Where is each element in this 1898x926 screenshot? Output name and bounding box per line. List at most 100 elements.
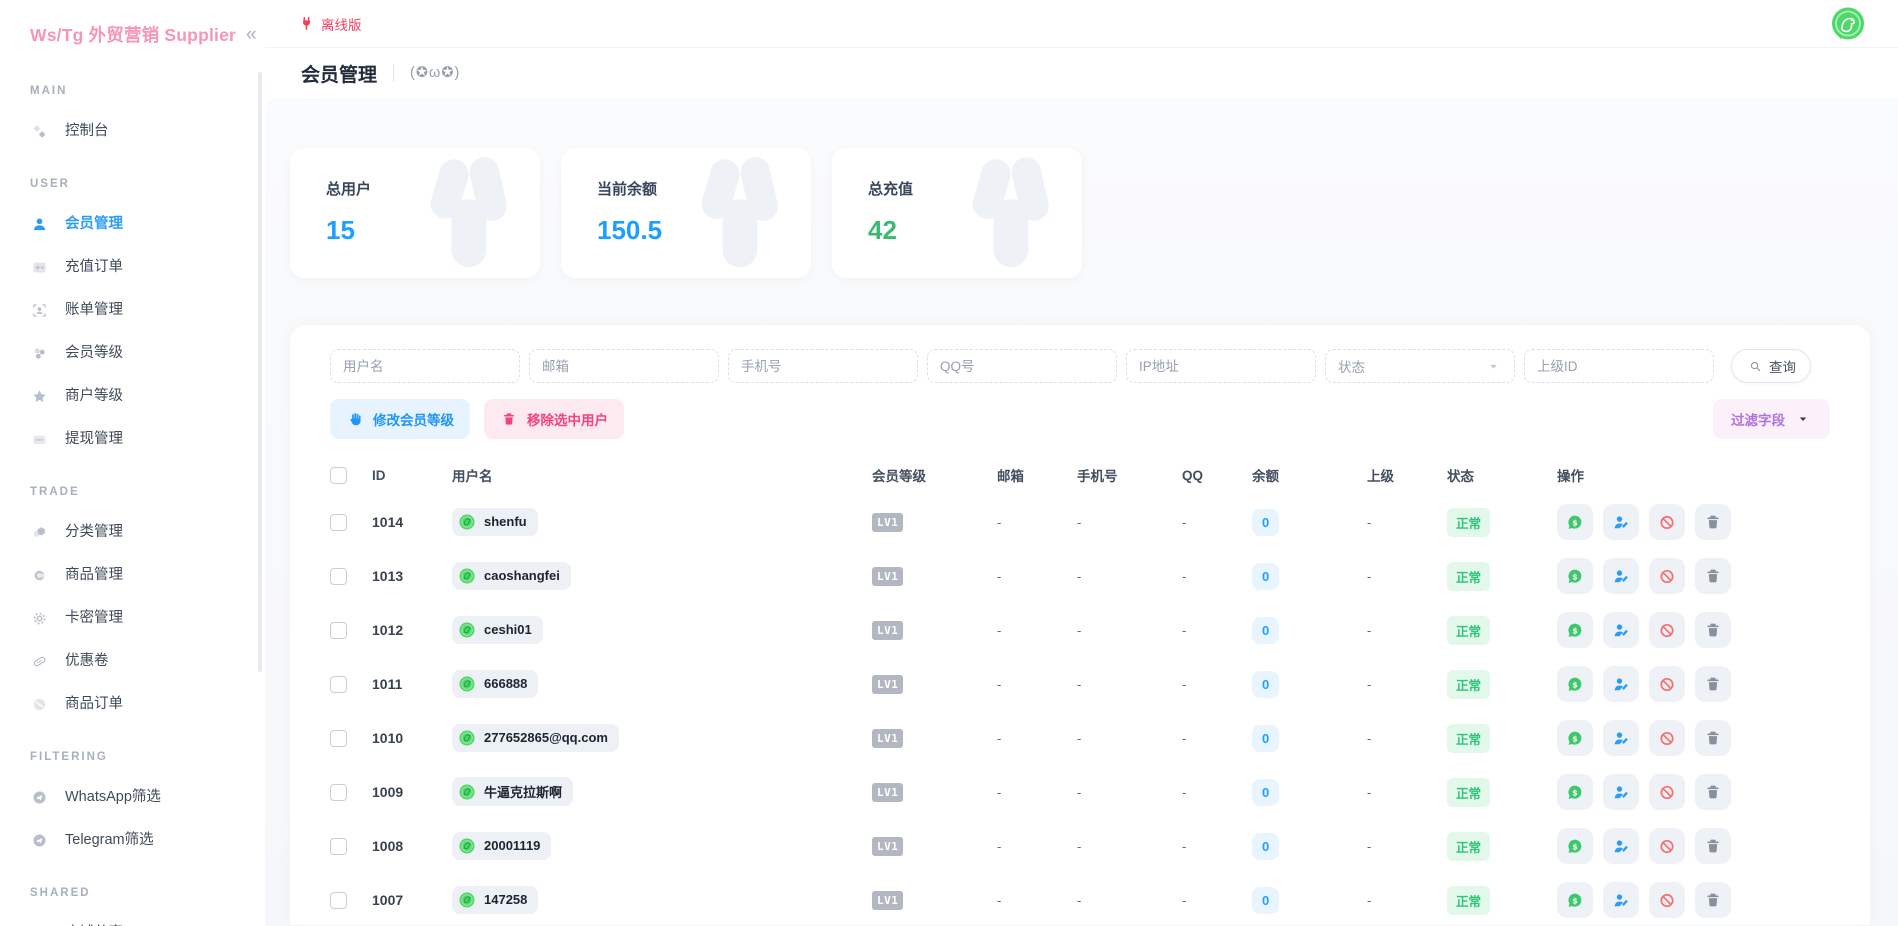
cell-level: LV1 — [872, 567, 997, 586]
row-action-recharge-button[interactable]: $ — [1557, 612, 1593, 648]
row-action-edit-user-button[interactable] — [1603, 666, 1639, 702]
row-action-edit-user-button[interactable] — [1603, 720, 1639, 756]
row-action-recharge-button[interactable]: $ — [1557, 882, 1593, 918]
col-header-id: ID — [372, 468, 452, 483]
row-action-recharge-button[interactable]: $ — [1557, 720, 1593, 756]
row-action-ban-button[interactable] — [1649, 504, 1685, 540]
username-chip[interactable]: 20001119 — [452, 832, 551, 860]
row-action-ban-button[interactable] — [1649, 828, 1685, 864]
sidebar-item-telegram-filter[interactable]: Telegram筛选 — [30, 831, 265, 849]
row-action-edit-user-button[interactable] — [1603, 504, 1639, 540]
sidebar-item-recharge-orders[interactable]: 充值订单 — [30, 258, 265, 276]
row-action-recharge-button[interactable]: $ — [1557, 774, 1593, 810]
sidebar-item-categories[interactable]: 分类管理 — [30, 523, 265, 541]
change-member-level-button[interactable]: 修改会员等级 — [330, 399, 470, 439]
sidebar-item-merchant-levels[interactable]: 商户等级 — [30, 387, 265, 405]
username-chip[interactable]: shenfu — [452, 508, 538, 536]
row-action-ban-button[interactable] — [1649, 558, 1685, 594]
balance-pill[interactable]: 0 — [1252, 509, 1279, 536]
row-action-edit-user-button[interactable] — [1603, 612, 1639, 648]
filter-fields-button[interactable]: 过滤字段 — [1713, 399, 1830, 439]
balance-pill[interactable]: 0 — [1252, 725, 1279, 752]
username-chip[interactable]: caoshangfei — [452, 562, 571, 590]
row-checkbox[interactable] — [330, 892, 347, 909]
page-title: 会员管理 — [301, 60, 377, 87]
sidebar-item-products[interactable]: 商品管理 — [30, 566, 265, 584]
row-action-ban-button[interactable] — [1649, 666, 1685, 702]
balance-pill[interactable]: 0 — [1252, 617, 1279, 644]
filter-input-邮箱[interactable] — [529, 349, 719, 383]
balance-pill[interactable]: 0 — [1252, 563, 1279, 590]
row-action-delete-button[interactable] — [1695, 828, 1731, 864]
select-all-checkbox[interactable] — [330, 467, 347, 484]
sidebar-item-bills[interactable]: 账单管理 — [30, 301, 265, 319]
balance-pill[interactable]: 0 — [1252, 887, 1279, 914]
row-action-delete-button[interactable] — [1695, 774, 1731, 810]
filter-input-IP地址[interactable] — [1126, 349, 1316, 383]
row-action-delete-button[interactable] — [1695, 720, 1731, 756]
cell-email: - — [997, 785, 1077, 800]
username-chip[interactable]: 666888 — [452, 670, 538, 698]
sidebar-item-member-levels[interactable]: 会员等级 — [30, 344, 265, 362]
sidebar-item-dashboard[interactable]: 控制台 — [30, 122, 265, 140]
username-chip[interactable]: 牛逼克拉斯啊 — [452, 777, 573, 806]
row-checkbox[interactable] — [330, 514, 347, 531]
sidebar-scrollbar[interactable] — [258, 72, 262, 672]
row-action-ban-button[interactable] — [1649, 882, 1685, 918]
row-action-edit-user-button[interactable] — [1603, 558, 1639, 594]
row-action-recharge-button[interactable]: $ — [1557, 666, 1593, 702]
cell-phone: - — [1077, 731, 1182, 746]
row-action-edit-user-button[interactable] — [1603, 774, 1639, 810]
sidebar-item-coupons[interactable]: 优惠卷 — [30, 652, 265, 670]
row-action-edit-user-button[interactable] — [1603, 828, 1639, 864]
cell-email: - — [997, 731, 1077, 746]
filter-input-QQ号[interactable] — [927, 349, 1117, 383]
row-checkbox[interactable] — [330, 730, 347, 747]
filter-input-用户名[interactable] — [330, 349, 520, 383]
row-actions: $ — [1557, 666, 1830, 702]
row-action-ban-button[interactable] — [1649, 720, 1685, 756]
change-member-level-label: 修改会员等级 — [373, 409, 454, 429]
sidebar-item-label: 会员等级 — [65, 345, 123, 361]
row-checkbox[interactable] — [330, 568, 347, 585]
sidebar-item-label: 分类管理 — [65, 524, 123, 540]
balance-pill[interactable]: 0 — [1252, 671, 1279, 698]
sidebar-item-withdrawals[interactable]: 提现管理 — [30, 430, 265, 448]
filter-input-手机号[interactable] — [728, 349, 918, 383]
balance-pill[interactable]: 0 — [1252, 779, 1279, 806]
category-icon — [30, 523, 48, 541]
level-badge: LV1 — [872, 729, 903, 748]
title-divider — [393, 64, 394, 82]
row-action-ban-button[interactable] — [1649, 612, 1685, 648]
row-action-delete-button[interactable] — [1695, 558, 1731, 594]
search-button[interactable]: 查询 — [1731, 349, 1811, 383]
row-action-recharge-button[interactable]: $ — [1557, 504, 1593, 540]
sidebar-item-whatsapp-filter[interactable]: WhatsApp筛选 — [30, 788, 265, 806]
row-checkbox[interactable] — [330, 838, 347, 855]
row-action-ban-button[interactable] — [1649, 774, 1685, 810]
row-checkbox[interactable] — [330, 676, 347, 693]
row-action-edit-user-button[interactable] — [1603, 882, 1639, 918]
sidebar-item-product-orders[interactable]: 商品订单 — [30, 695, 265, 713]
user-avatar[interactable] — [1828, 4, 1868, 44]
username-chip[interactable]: 147258 — [452, 886, 538, 914]
collapse-sidebar-icon[interactable]: « — [246, 25, 257, 44]
row-action-recharge-button[interactable]: $ — [1557, 558, 1593, 594]
filter-select-状态[interactable]: 状态 — [1325, 349, 1515, 383]
row-action-delete-button[interactable] — [1695, 882, 1731, 918]
cell-level: LV1 — [872, 621, 997, 640]
row-action-delete-button[interactable] — [1695, 612, 1731, 648]
table-row: 1014shenfuLV1---0-正常$ — [330, 495, 1830, 549]
row-checkbox[interactable] — [330, 622, 347, 639]
sidebar-item-members[interactable]: 会员管理 — [30, 215, 265, 233]
row-checkbox[interactable] — [330, 784, 347, 801]
username-chip[interactable]: ceshi01 — [452, 616, 543, 644]
filter-input-上级ID[interactable] — [1524, 349, 1714, 383]
sidebar-item-card-keys[interactable]: 卡密管理 — [30, 609, 265, 627]
remove-selected-users-button[interactable]: 移除选中用户 — [484, 399, 624, 439]
row-action-delete-button[interactable] — [1695, 504, 1731, 540]
row-action-recharge-button[interactable]: $ — [1557, 828, 1593, 864]
balance-pill[interactable]: 0 — [1252, 833, 1279, 860]
row-action-delete-button[interactable] — [1695, 666, 1731, 702]
username-chip[interactable]: 277652865@qq.com — [452, 724, 619, 752]
